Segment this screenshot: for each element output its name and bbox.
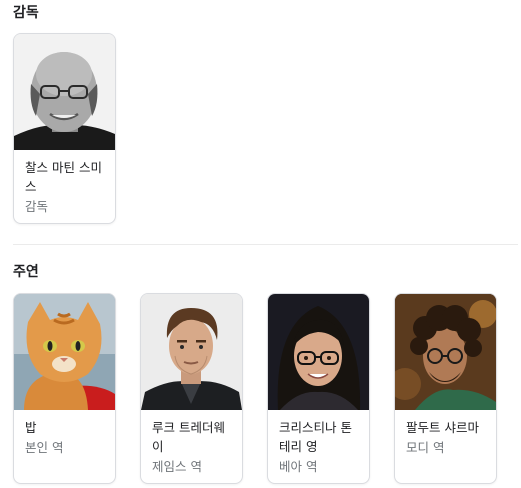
person-name: 크리스티나 톤테리 영	[279, 420, 352, 454]
person-role: 모디 역	[406, 440, 445, 455]
person-photo-man-curly-hair	[395, 294, 496, 410]
person-role: 본인 역	[25, 440, 64, 455]
person-name: 팔두트 샤르마	[406, 420, 479, 435]
person-card-director[interactable]: 찰스 마틴 스미스 감독	[13, 33, 116, 224]
person-card-cast-4[interactable]: 팔두트 샤르마 모디 역	[394, 293, 497, 484]
person-card-cast-1[interactable]: 밥 본인 역	[13, 293, 116, 484]
person-photo-bald-glasses-man	[14, 34, 115, 150]
section-divider	[13, 244, 518, 245]
person-photo-woman-glasses	[268, 294, 369, 410]
person-card-cast-3[interactable]: 크리스티나 톤테리 영 베아 역	[267, 293, 370, 484]
person-role: 제임스 역	[152, 459, 202, 474]
person-photo-orange-cat	[14, 294, 115, 410]
cast-section-title: 주연	[13, 264, 39, 280]
person-card-cast-2[interactable]: 루크 트레더웨이 제임스 역	[140, 293, 243, 484]
person-name: 밥	[25, 420, 37, 435]
person-name: 루크 트레더웨이	[152, 420, 225, 454]
person-role: 베아 역	[279, 459, 318, 474]
person-photo-man-dark-jacket	[141, 294, 242, 410]
person-role: 감독	[25, 199, 49, 214]
person-name: 찰스 마틴 스미스	[25, 160, 102, 194]
people-panel: 감독 찰스 마틴 스미스 감독 주연 밥 본인 역 루크 트레더웨이 제임스 역…	[0, 0, 521, 488]
director-section-title: 감독	[13, 5, 39, 21]
